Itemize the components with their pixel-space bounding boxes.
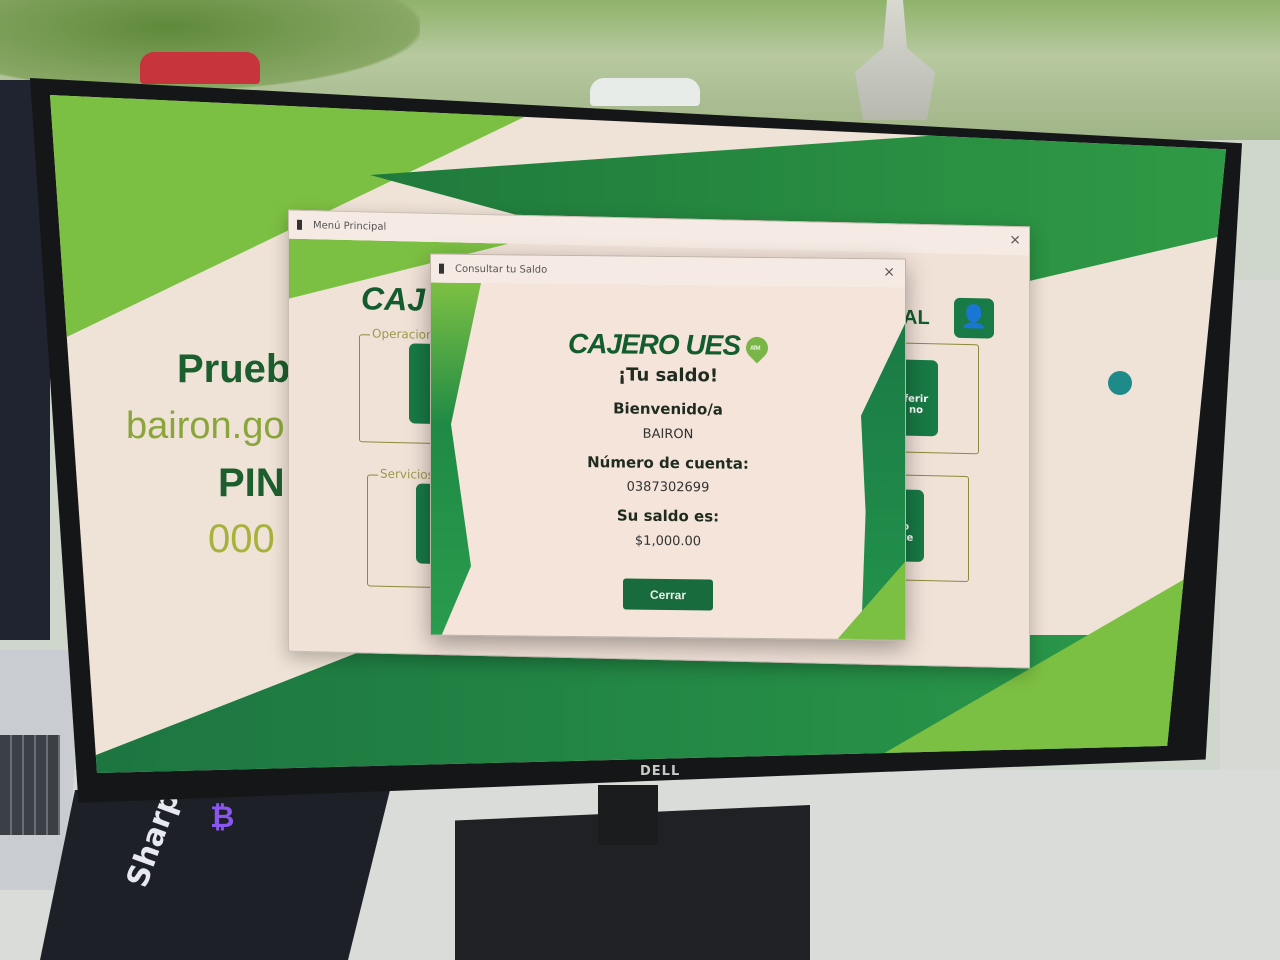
welcome-label: Bienvenido/a	[613, 399, 723, 419]
app-icon	[439, 263, 449, 274]
laptop-keyboard	[0, 735, 60, 835]
user-name: BAIRON	[642, 426, 694, 443]
close-icon[interactable]: ×	[883, 264, 895, 280]
close-button[interactable]: Cerrar	[623, 578, 713, 611]
user-icon: 👤	[960, 304, 988, 331]
monitor-brand-logo: DELL	[640, 764, 681, 779]
brand-logo: CAJERO UES ATM	[431, 327, 905, 364]
brand-name: CAJERO UES	[567, 327, 741, 361]
atm-badge: ATM	[749, 345, 760, 352]
consultar-saldo-dialog: Consultar tu Saldo × CAJERO UES ATM ¡Tu s…	[430, 253, 906, 641]
desktop-text: 000	[208, 517, 275, 561]
bitcoin-logo-icon: ₿	[210, 800, 235, 835]
desktop-text: bairon.go	[126, 405, 285, 447]
monitor-screen: Prueb bairon.go PIN: 000 Menú Principal …	[50, 95, 1226, 773]
atm-pin-icon: ATM	[741, 331, 773, 364]
title-bar: Consultar tu Saldo ×	[431, 254, 905, 288]
brand-title: CAJ	[361, 280, 426, 318]
account-number: 0387302699	[626, 479, 710, 496]
group-label: Servicios	[378, 466, 436, 482]
car	[590, 78, 700, 106]
car	[140, 52, 260, 84]
balance-label: Su saldo es:	[616, 506, 720, 526]
group-label: Operacion	[370, 326, 436, 342]
window-title: Consultar tu Saldo	[455, 263, 548, 276]
brand-title-suffix: AL	[903, 306, 930, 330]
heading: ¡Tu saldo!	[617, 364, 719, 387]
desktop-text: Prueb	[177, 347, 291, 391]
desktop-text: PIN:	[218, 461, 298, 505]
user-profile-button[interactable]: 👤	[954, 297, 994, 339]
close-icon[interactable]: ×	[1009, 232, 1021, 248]
app-icon	[297, 219, 307, 231]
mouse-cursor-icon	[1108, 371, 1132, 395]
balance-value: $1,000.00	[634, 533, 702, 550]
tile-label: ferir no	[903, 393, 929, 416]
monitor-stand-neck	[598, 785, 658, 845]
account-label: Número de cuenta:	[587, 453, 749, 473]
window-title: Menú Principal	[313, 219, 387, 233]
